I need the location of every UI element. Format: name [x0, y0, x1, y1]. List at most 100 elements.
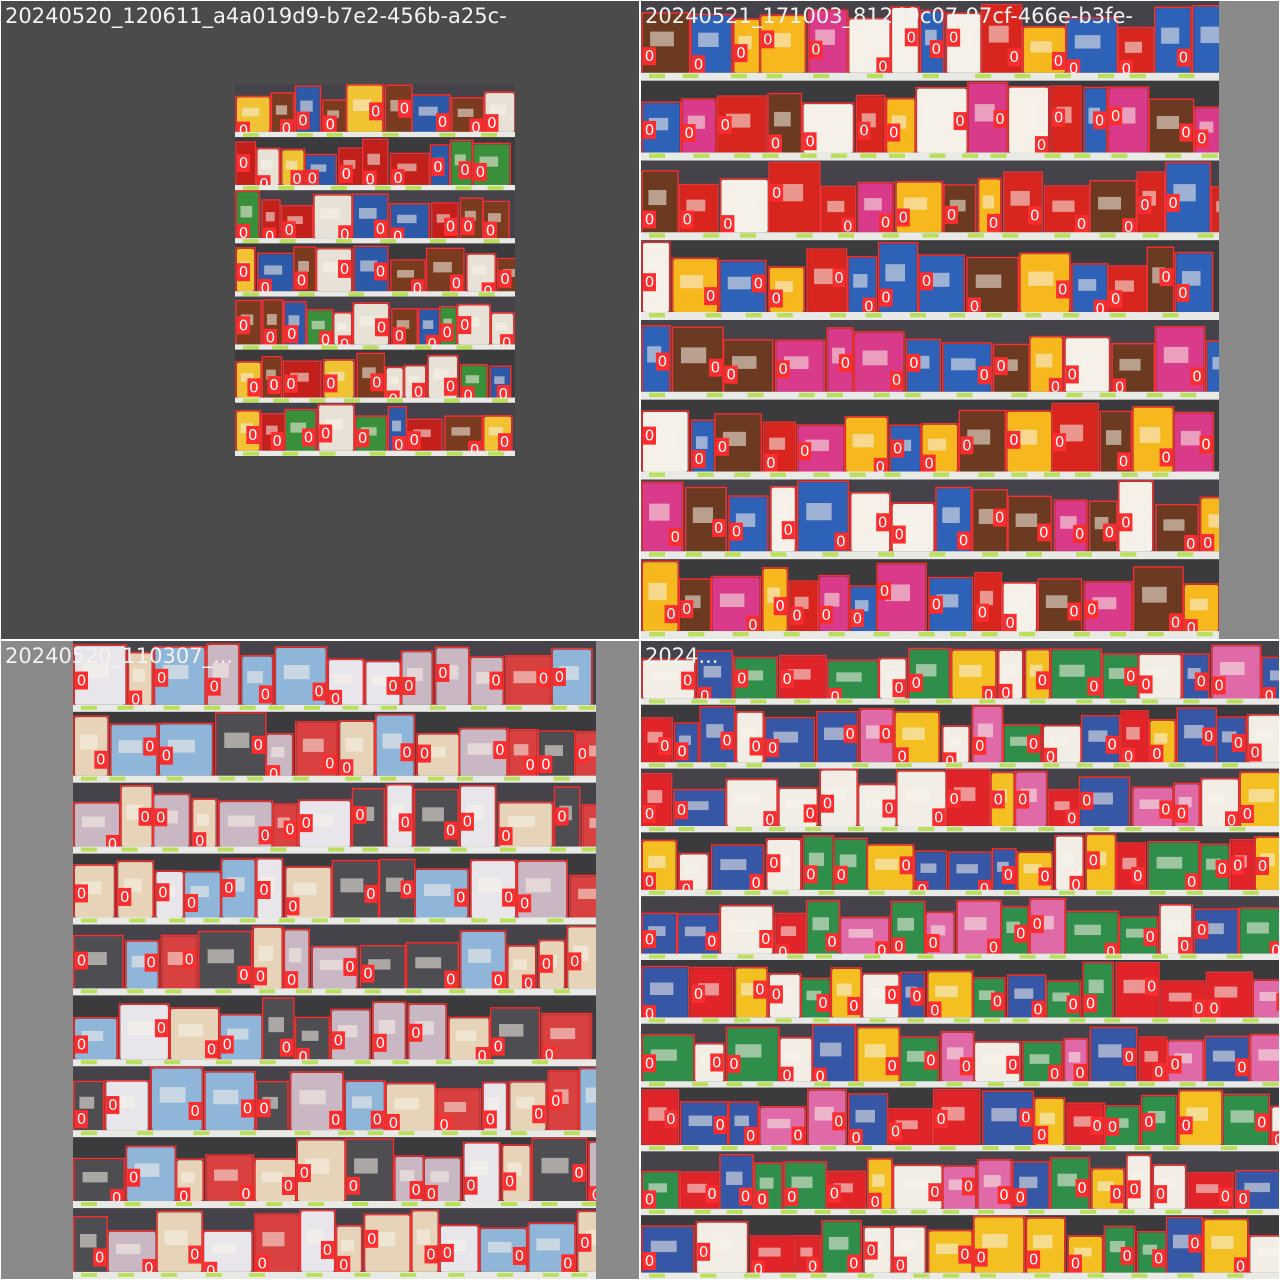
price-tag	[721, 1146, 738, 1151]
package-label	[956, 864, 978, 874]
package-label	[541, 1157, 569, 1174]
price-tag	[697, 472, 714, 477]
package-label	[82, 1171, 108, 1183]
price-tag	[344, 918, 361, 923]
package-label	[81, 816, 105, 828]
price-tag	[1054, 233, 1071, 238]
price-tag	[702, 1018, 719, 1023]
price-tag	[703, 233, 720, 238]
price-tag	[319, 451, 336, 456]
price-tag	[450, 847, 467, 852]
package-label	[589, 817, 596, 829]
detection-label: 0	[1055, 433, 1065, 451]
detection-label: 0	[878, 57, 888, 75]
price-tag	[917, 954, 934, 959]
package-label	[1029, 1054, 1050, 1064]
detection-label: 0	[1039, 523, 1049, 541]
shelf-photo: 0000000000000000000000000000000000000000…	[235, 84, 515, 456]
detection-label: 0	[1168, 194, 1178, 212]
package-label	[696, 436, 708, 449]
package-label	[1049, 737, 1069, 747]
price-tag	[1177, 552, 1194, 557]
price-tag	[444, 1202, 461, 1207]
package-label	[820, 1042, 842, 1057]
price-tag	[164, 1060, 181, 1065]
shelf-photo-canvas: 0 0 0 0 0 0 0 0 0 0 0 0 0 0 0 0 0 0 0 0 0 0 0 0 0 0 0 0 0 0 0 0 0 0 0 0 0 0 0 0…	[641, 1, 1219, 639]
price-tag	[1043, 472, 1060, 477]
price-tag	[775, 1018, 792, 1023]
price-tag	[986, 313, 1003, 318]
detection-label: 0	[1154, 1249, 1164, 1267]
detection-label: 0	[580, 1234, 590, 1252]
price-tag	[405, 185, 422, 190]
price-tag	[810, 1273, 827, 1278]
detection-label: 0	[834, 269, 844, 287]
detection-label: 0	[1021, 1109, 1031, 1127]
package-label	[650, 31, 674, 47]
detection-label: 0	[1194, 1000, 1204, 1018]
price-tag	[1104, 1018, 1121, 1023]
price-tag	[918, 632, 935, 637]
price-tag	[1246, 1209, 1263, 1214]
package-label	[288, 315, 300, 326]
price-tag	[787, 954, 804, 959]
price-tag	[731, 73, 748, 79]
price-tag	[734, 472, 751, 477]
package-label	[684, 926, 706, 937]
detection-label: 0	[1170, 1056, 1180, 1074]
package-label	[1184, 725, 1204, 739]
package-label	[224, 732, 250, 748]
package-label	[1014, 988, 1034, 999]
detection-label: 0	[1038, 671, 1048, 689]
price-tag	[553, 776, 570, 781]
detection-label: 0	[841, 354, 851, 372]
detection-label: 0	[741, 1188, 751, 1206]
detection-label: 0	[677, 801, 687, 819]
detection-label: 0	[366, 885, 376, 903]
price-tag	[1072, 1082, 1089, 1087]
detection-label: 0	[924, 455, 934, 473]
package-label	[898, 1241, 916, 1253]
detection-label: 0	[574, 1164, 584, 1182]
detection-label: 0	[1186, 535, 1196, 553]
package-label	[261, 1172, 283, 1183]
detection-label: 0	[707, 1185, 717, 1203]
detection-label: 0	[520, 894, 530, 912]
package-label	[550, 1027, 576, 1040]
detection-label: 0	[1221, 1188, 1231, 1206]
price-tag	[564, 1131, 581, 1136]
price-tag	[865, 313, 882, 318]
detection-label: 0	[771, 135, 781, 153]
package-label	[812, 917, 829, 931]
package-label	[855, 35, 877, 49]
price-tag	[649, 153, 665, 158]
detection-label: 0	[1197, 129, 1207, 147]
price-tag	[1019, 632, 1036, 637]
price-tag	[878, 552, 895, 557]
package-label	[1246, 922, 1269, 934]
detection-label: 0	[258, 1254, 268, 1272]
price-tag	[243, 185, 259, 190]
detection-label: 0	[460, 161, 470, 179]
package-label	[1124, 41, 1143, 53]
package-label	[1015, 513, 1038, 528]
price-tag	[815, 954, 832, 959]
detection-label: 0	[737, 670, 747, 688]
price-tag	[911, 1209, 928, 1214]
package-label	[118, 740, 142, 753]
package-label	[1212, 1050, 1235, 1062]
package-label	[358, 208, 377, 219]
detection-label: 0	[751, 874, 761, 892]
shelf-edge	[73, 1201, 596, 1209]
price-tag	[571, 1272, 588, 1277]
price-tag	[649, 1209, 665, 1214]
detection-label: 0	[682, 210, 692, 228]
detection-label: 0	[1112, 1185, 1122, 1203]
detection-label: 0	[224, 879, 234, 897]
detection-label: 0	[239, 263, 249, 281]
package-label	[299, 1090, 326, 1105]
price-tag	[838, 233, 855, 238]
price-tag	[386, 398, 403, 403]
price-tag	[429, 918, 446, 923]
detection-label: 0	[158, 883, 168, 901]
